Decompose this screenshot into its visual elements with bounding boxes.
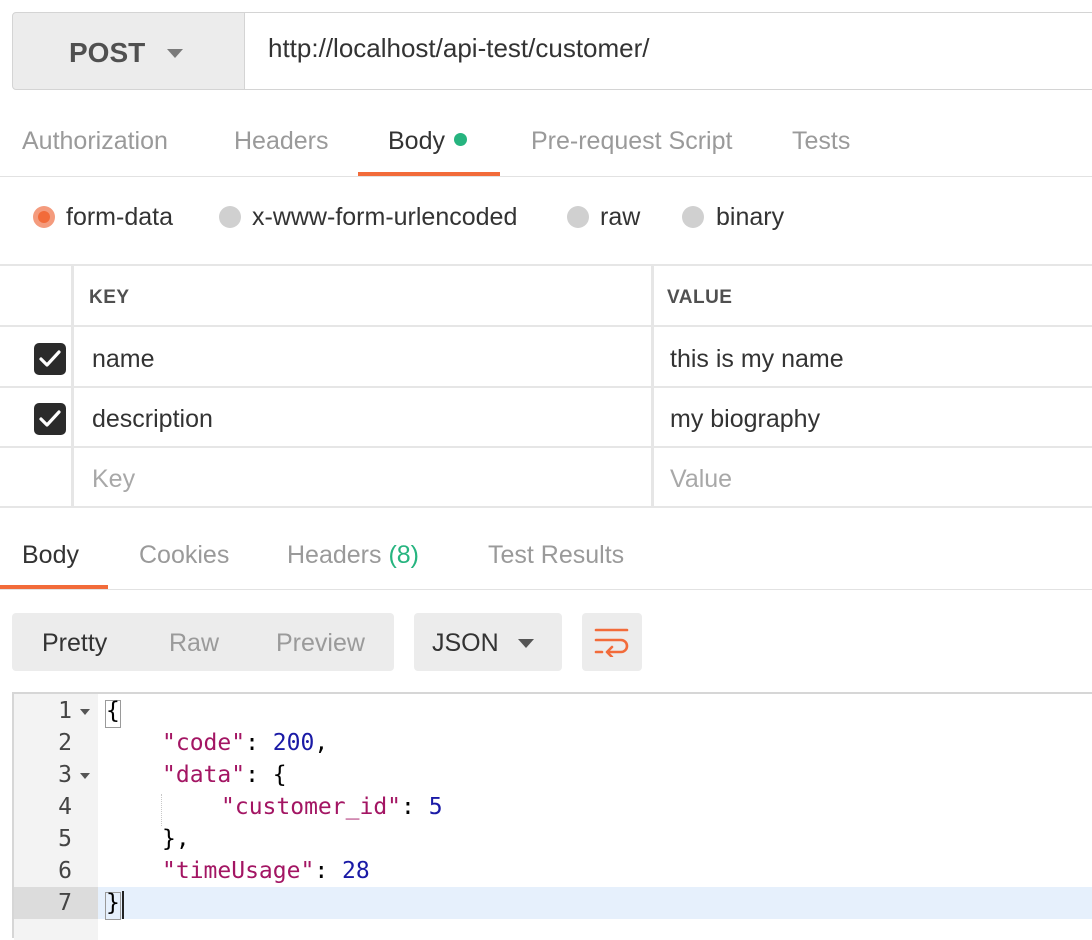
row-key[interactable]: name bbox=[92, 345, 155, 374]
url-input[interactable]: http://localhost/api-test/customer/ bbox=[245, 12, 1092, 90]
table-border bbox=[0, 506, 1092, 508]
divider bbox=[0, 176, 1092, 177]
request-url-bar: POST http://localhost/api-test/customer/ bbox=[12, 12, 1092, 92]
code-line-7: } bbox=[106, 890, 120, 916]
row-checkbox[interactable] bbox=[34, 343, 66, 375]
code-line-2: "code": 200, bbox=[162, 730, 328, 756]
radio-label-raw: raw bbox=[600, 203, 641, 231]
json-number: 5 bbox=[428, 794, 443, 820]
response-tab-headers-label: Headers bbox=[287, 541, 382, 569]
wrap-lines-button[interactable] bbox=[582, 613, 642, 671]
json-punct: : bbox=[401, 794, 429, 820]
table-border bbox=[651, 264, 654, 508]
response-tab-body[interactable]: Body bbox=[22, 541, 79, 570]
response-tab-cookies[interactable]: Cookies bbox=[139, 541, 229, 570]
checkmark-icon bbox=[39, 350, 61, 367]
radio-urlencoded[interactable] bbox=[219, 206, 241, 228]
new-value-input[interactable]: Value bbox=[670, 465, 732, 494]
format-label: JSON bbox=[432, 629, 499, 657]
radio-label-urlencoded: x-www-form-urlencoded bbox=[252, 203, 518, 231]
tab-body[interactable]: Body bbox=[388, 127, 467, 156]
json-punct: : bbox=[314, 858, 343, 884]
line-number: 7 bbox=[58, 890, 72, 916]
code-line-5: }, bbox=[162, 826, 190, 852]
code-line-1: { bbox=[106, 698, 120, 724]
line-number: 1 bbox=[58, 698, 72, 724]
radio-form-data[interactable] bbox=[33, 206, 55, 228]
format-select[interactable]: JSON bbox=[414, 613, 562, 671]
row-key[interactable]: description bbox=[92, 405, 213, 434]
line-number: 5 bbox=[58, 826, 72, 852]
json-key: "customer_id" bbox=[221, 794, 402, 820]
json-key: "data" bbox=[162, 762, 246, 788]
active-line-highlight bbox=[98, 887, 1092, 919]
line-number: 6 bbox=[58, 858, 72, 884]
code-line-6: "timeUsage": 28 bbox=[162, 858, 370, 884]
modified-dot-icon bbox=[453, 133, 467, 146]
radio-label-form-data: form-data bbox=[66, 203, 173, 231]
code-line-4: "customer_id": 5 bbox=[221, 794, 443, 820]
column-header-key: KEY bbox=[89, 287, 130, 308]
tab-headers[interactable]: Headers bbox=[234, 127, 329, 156]
chevron-down-icon bbox=[167, 49, 183, 58]
radio-binary[interactable] bbox=[682, 206, 704, 228]
method-label: POST bbox=[69, 37, 146, 68]
divider bbox=[0, 589, 1092, 590]
view-pretty-button[interactable]: Pretty bbox=[42, 629, 107, 658]
fold-arrow-icon[interactable] bbox=[80, 773, 90, 779]
radio-label-binary: binary bbox=[716, 203, 785, 231]
line-number: 4 bbox=[58, 794, 72, 820]
response-body-editor[interactable]: 1 2 3 4 5 6 7 { "code": 200, "data": { "… bbox=[12, 692, 1092, 940]
new-key-input[interactable]: Key bbox=[92, 465, 135, 494]
table-border bbox=[0, 325, 1092, 327]
headers-count-badge: (8) bbox=[388, 541, 420, 569]
json-punct: : { bbox=[245, 762, 287, 788]
json-key: "code" bbox=[162, 730, 246, 756]
view-preview-button[interactable]: Preview bbox=[276, 629, 365, 658]
line-number: 3 bbox=[58, 762, 72, 788]
row-value[interactable]: this is my name bbox=[670, 345, 844, 374]
wrap-lines-icon bbox=[594, 628, 629, 657]
column-header-value: VALUE bbox=[667, 287, 733, 308]
table-border bbox=[0, 446, 1092, 448]
json-punct: : bbox=[245, 730, 273, 756]
tab-pre-request-script[interactable]: Pre-request Script bbox=[531, 127, 732, 156]
response-tab-test-results[interactable]: Test Results bbox=[488, 541, 624, 570]
view-mode-segmented-control: Pretty Raw Preview bbox=[12, 613, 394, 671]
response-tab-headers[interactable]: Headers (8) bbox=[287, 541, 419, 570]
view-raw-button[interactable]: Raw bbox=[169, 629, 219, 658]
code-line-3: "data": { bbox=[162, 762, 287, 788]
tab-body-label: Body bbox=[388, 127, 445, 155]
json-number: 200 bbox=[272, 730, 315, 756]
table-border bbox=[0, 386, 1092, 388]
text-cursor bbox=[122, 891, 124, 919]
chevron-down-icon bbox=[518, 639, 534, 648]
tab-tests[interactable]: Tests bbox=[792, 127, 850, 156]
row-value[interactable]: my biography bbox=[670, 405, 820, 434]
table-border bbox=[0, 264, 1092, 266]
tab-authorization[interactable]: Authorization bbox=[22, 127, 168, 156]
checkmark-icon bbox=[39, 410, 61, 427]
radio-raw[interactable] bbox=[567, 206, 589, 228]
fold-arrow-icon[interactable] bbox=[80, 709, 90, 715]
line-number: 2 bbox=[58, 730, 72, 756]
indent-guide bbox=[161, 794, 163, 826]
json-key: "timeUsage" bbox=[162, 858, 315, 884]
table-border bbox=[71, 264, 74, 508]
json-number: 28 bbox=[342, 858, 370, 884]
json-punct: , bbox=[314, 730, 329, 756]
method-select[interactable]: POST bbox=[12, 12, 245, 90]
row-checkbox[interactable] bbox=[34, 403, 66, 435]
